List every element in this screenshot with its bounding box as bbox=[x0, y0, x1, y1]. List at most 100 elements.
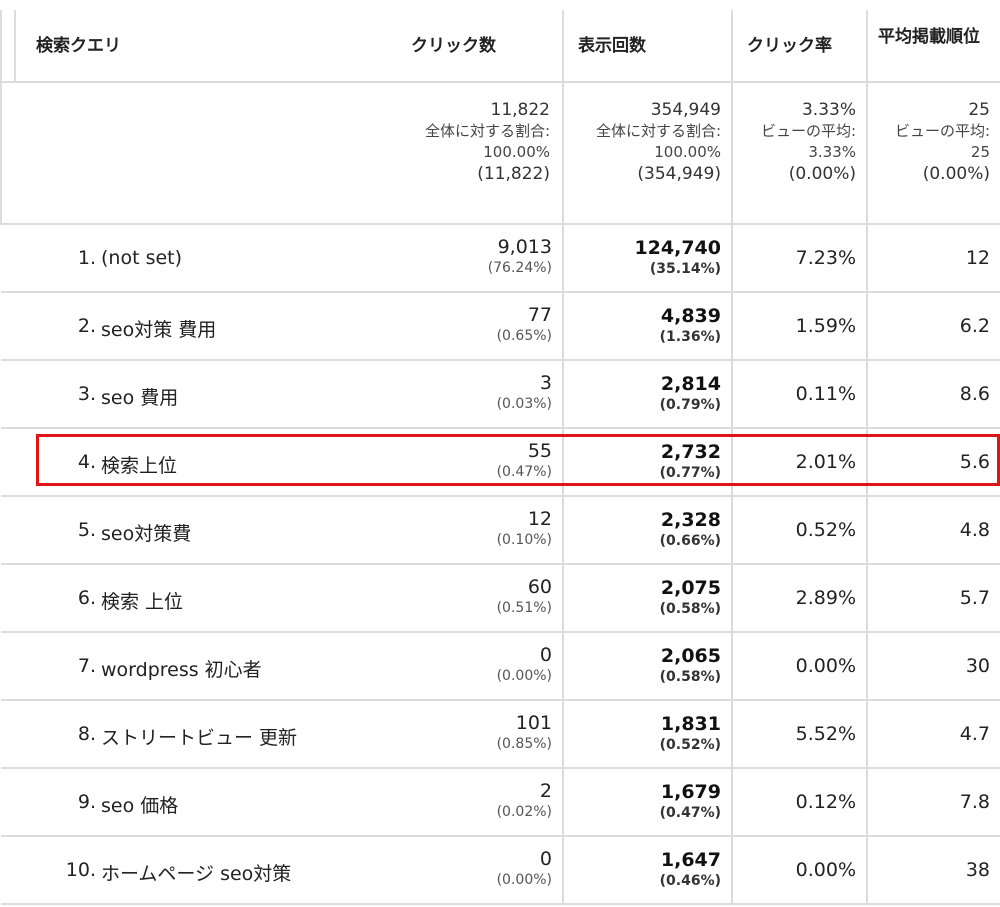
clicks-cell: 60 (0.51%) bbox=[497, 576, 552, 618]
table-row[interactable]: 5. seo対策費 12 (0.10%) 2,328 (0.66%) 0.52% 4.8 bbox=[1, 495, 1000, 565]
row-rank: 4. bbox=[77, 451, 96, 473]
ctr-cell: 0.00% bbox=[731, 835, 868, 905]
table-header-row: 検索クエリ クリック数 表示回数 クリック率 平均掲載順位 bbox=[0, 10, 1000, 83]
impressions-pct: (1.36%) bbox=[659, 329, 721, 345]
clicks-value: 3 bbox=[539, 372, 552, 394]
query-link[interactable]: ホームページ seo対策 bbox=[101, 859, 291, 886]
search-query-table: 検索クエリ クリック数 表示回数 クリック率 平均掲載順位 11,822 全体に… bbox=[0, 10, 1000, 905]
clicks-pct: (0.65%) bbox=[496, 328, 552, 344]
ctr-avg-diff: (0.00%) bbox=[788, 164, 856, 184]
clicks-column-header[interactable]: クリック数 bbox=[411, 35, 496, 57]
impressions-cell: 2,814 (0.79%) bbox=[562, 359, 733, 429]
clicks-value: 2 bbox=[539, 780, 552, 802]
clicks-value: 12 bbox=[527, 508, 552, 530]
clicks-cell: 0 (0.00%) bbox=[497, 848, 552, 890]
impressions-pct: (0.47%) bbox=[659, 805, 721, 821]
impressions-value: 4,839 bbox=[660, 305, 721, 327]
query-cell: 9. seo 価格 2 (0.02%) bbox=[15, 767, 564, 837]
query-link[interactable]: (not set) bbox=[101, 247, 182, 269]
impressions-summary: 354,949 全体に対する割合: 100.00% (354,949) bbox=[562, 81, 733, 225]
impressions-cell: 2,075 (0.58%) bbox=[562, 563, 733, 633]
clicks-cell: 77 (0.65%) bbox=[497, 304, 552, 346]
ctr-cell: 5.52% bbox=[731, 699, 868, 769]
position-total-value: 25 bbox=[968, 100, 990, 120]
ctr-total-value: 3.33% bbox=[801, 100, 856, 120]
ctr-column-header[interactable]: クリック率 bbox=[731, 10, 868, 83]
position-cell: 30 bbox=[866, 631, 1000, 701]
query-link[interactable]: 検索上位 bbox=[101, 451, 177, 478]
query-link[interactable]: seo対策 費用 bbox=[101, 315, 216, 342]
impressions-cell: 1,831 (0.52%) bbox=[562, 699, 733, 769]
query-link[interactable]: wordpress 初心者 bbox=[101, 655, 262, 682]
query-link[interactable]: 検索 上位 bbox=[101, 587, 183, 614]
row-rank: 5. bbox=[77, 519, 96, 541]
impressions-cell: 1,647 (0.46%) bbox=[562, 835, 733, 905]
row-edge-cell bbox=[1, 223, 15, 293]
table-row[interactable]: 7. wordpress 初心者 0 (0.00%) 2,065 (0.58%) 0.00%… bbox=[1, 631, 1000, 701]
row-rank: 8. bbox=[77, 723, 96, 745]
row-edge-cell bbox=[1, 563, 15, 633]
table-row[interactable]: 9. seo 価格 2 (0.02%) 1,679 (0.47%) 0.12% 7.8 bbox=[1, 767, 1000, 837]
query-column-header[interactable]: 検索クエリ クリック数 bbox=[14, 10, 564, 83]
impressions-pct: (0.79%) bbox=[659, 397, 721, 413]
ctr-summary: 3.33% ビューの平均: 3.33% (0.00%) bbox=[731, 81, 868, 225]
query-link[interactable]: ストリートビュー 更新 bbox=[101, 723, 297, 750]
table-row[interactable]: 1. (not set) 9,013 (76.24%) 124,740 (35.14%) 7… bbox=[1, 223, 1000, 293]
query-link[interactable]: seo対策費 bbox=[101, 519, 191, 546]
query-link[interactable]: seo 費用 bbox=[101, 383, 178, 410]
position-cell: 4.8 bbox=[866, 495, 1000, 565]
impressions-value: 2,732 bbox=[660, 441, 721, 463]
query-cell: 10. ホームページ seo対策 0 (0.00%) bbox=[15, 835, 564, 905]
clicks-pct: (0.47%) bbox=[496, 464, 552, 480]
position-cell: 38 bbox=[866, 835, 1000, 905]
impressions-value: 1,831 bbox=[660, 713, 721, 735]
clicks-value: 60 bbox=[527, 576, 552, 598]
row-rank: 10. bbox=[65, 859, 96, 881]
position-cell: 4.7 bbox=[866, 699, 1000, 769]
clicks-pct: (76.24%) bbox=[487, 260, 552, 276]
clicks-pct: (0.10%) bbox=[496, 532, 552, 548]
impressions-total-value: 354,949 bbox=[650, 100, 721, 120]
impressions-value: 2,075 bbox=[660, 577, 721, 599]
clicks-pct: (0.00%) bbox=[496, 872, 552, 888]
row-edge-cell bbox=[1, 631, 15, 701]
impressions-total-pct: 100.00% bbox=[654, 143, 721, 161]
impressions-value: 1,679 bbox=[660, 781, 721, 803]
position-cell: 5.7 bbox=[866, 563, 1000, 633]
position-cell: 12 bbox=[866, 223, 1000, 293]
impressions-pct: (35.14%) bbox=[649, 261, 721, 277]
clicks-total-label: 全体に対する割合: bbox=[424, 122, 550, 140]
table-row[interactable]: 2. seo対策 費用 77 (0.65%) 4,839 (1.36%) 1.59% 6.2 bbox=[1, 291, 1000, 361]
clicks-cell: 12 (0.10%) bbox=[497, 508, 552, 550]
query-cell: 7. wordpress 初心者 0 (0.00%) bbox=[15, 631, 564, 701]
clicks-cell: 9,013 (76.24%) bbox=[488, 236, 552, 278]
impressions-pct: (0.46%) bbox=[659, 873, 721, 889]
query-cell: 8. ストリートビュー 更新 101 (0.85%) bbox=[15, 699, 564, 769]
table-row[interactable]: 3. seo 費用 3 (0.03%) 2,814 (0.79%) 0.11% 8.6 bbox=[1, 359, 1000, 429]
position-cell: 5.6 bbox=[866, 427, 1000, 497]
impressions-value: 2,814 bbox=[660, 373, 721, 395]
clicks-value: 101 bbox=[515, 712, 552, 734]
impressions-cell: 124,740 (35.14%) bbox=[562, 223, 733, 293]
impressions-total-label: 全体に対する割合: bbox=[595, 122, 721, 140]
table-row[interactable]: 8. ストリートビュー 更新 101 (0.85%) 1,831 (0.52%) 5.52%… bbox=[1, 699, 1000, 769]
row-rank: 7. bbox=[77, 655, 96, 677]
table-row[interactable]: 4. 検索上位 55 (0.47%) 2,732 (0.77%) 2.01% 5.6 bbox=[1, 427, 1000, 497]
ctr-cell: 7.23% bbox=[731, 223, 868, 293]
table-row[interactable]: 10. ホームページ seo対策 0 (0.00%) 1,647 (0.46%) 0.00%… bbox=[1, 835, 1000, 905]
impressions-value: 2,328 bbox=[660, 509, 721, 531]
clicks-pct: (0.03%) bbox=[496, 396, 552, 412]
clicks-total-value: 11,822 bbox=[490, 100, 550, 120]
row-edge-cell bbox=[1, 495, 15, 565]
ctr-avg-value: 3.33% bbox=[808, 143, 856, 161]
table-row[interactable]: 6. 検索 上位 60 (0.51%) 2,075 (0.58%) 2.89% 5.7 bbox=[1, 563, 1000, 633]
impressions-column-header[interactable]: 表示回数 bbox=[562, 10, 733, 83]
clicks-pct: (0.00%) bbox=[496, 668, 552, 684]
clicks-total-count: (11,822) bbox=[477, 164, 550, 184]
clicks-value: 55 bbox=[527, 440, 552, 462]
query-link[interactable]: seo 価格 bbox=[101, 791, 178, 818]
query-cell: 3. seo 費用 3 (0.03%) bbox=[15, 359, 564, 429]
query-cell: 5. seo対策費 12 (0.10%) bbox=[15, 495, 564, 565]
row-edge-cell bbox=[1, 699, 15, 769]
position-column-header[interactable]: 平均掲載順位 bbox=[866, 10, 1000, 83]
